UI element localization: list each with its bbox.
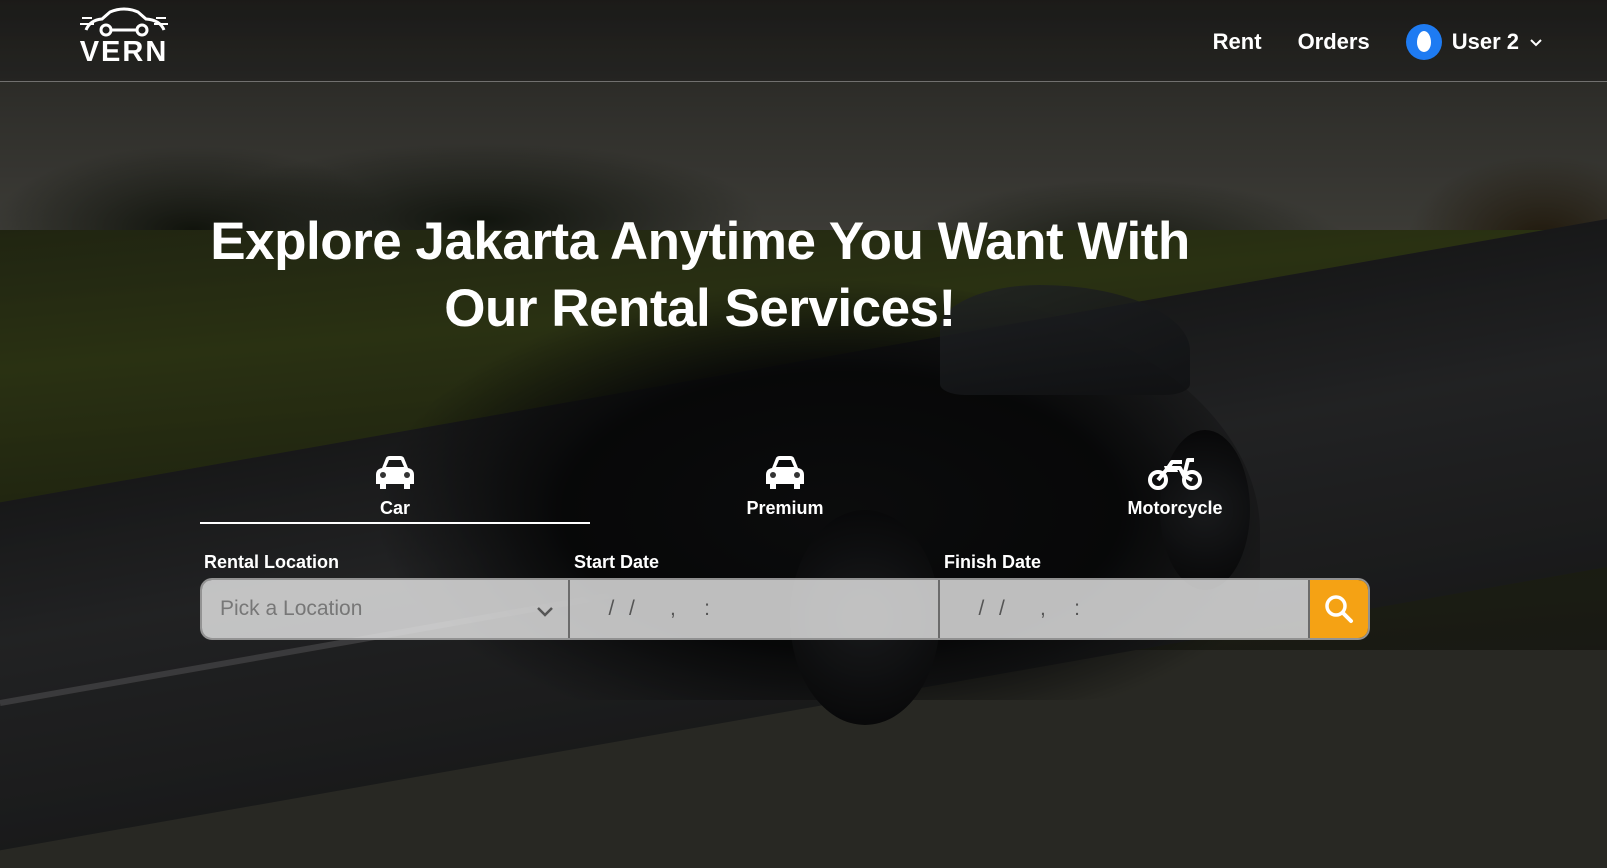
vern-logo[interactable]: VERN <box>74 6 174 72</box>
droplet-icon <box>1405 24 1442 60</box>
tab-motorcycle-label: Motorcycle <box>1127 498 1223 518</box>
finish-date-input[interactable]: / / , : <box>940 580 1310 638</box>
user-name: User 2 <box>1451 29 1519 54</box>
car-icon <box>376 456 414 489</box>
start-date-input[interactable]: / / , : <box>570 580 940 638</box>
hero-background <box>0 0 1607 868</box>
nav-orders-link[interactable]: Orders <box>1298 29 1370 55</box>
nav-rent-link[interactable]: Rent <box>1213 29 1262 55</box>
tab-premium[interactable]: Premium <box>590 450 980 524</box>
chevron-down-icon <box>537 607 553 617</box>
logo-text: VERN <box>79 36 169 68</box>
rental-search-form: Pick a Location / / , : / / , : <box>200 578 1370 640</box>
finish-date-mask: / / , : <box>958 597 1102 620</box>
search-icon <box>1325 595 1353 623</box>
start-date-mask: / / , : <box>588 597 732 620</box>
car-icon <box>766 456 804 489</box>
rental-location-label: Rental Location <box>204 552 340 572</box>
search-button[interactable] <box>1310 580 1368 638</box>
motorcycle-icon <box>1148 458 1202 490</box>
tab-motorcycle[interactable]: Motorcycle <box>980 450 1370 524</box>
tab-car[interactable]: Car <box>200 450 590 524</box>
start-date-label: Start Date <box>574 552 660 572</box>
background-overlay <box>0 0 1607 868</box>
search-labels: Rental Location Start Date Finish Date <box>200 552 1370 573</box>
nav-menu: Rent Orders User 2 <box>1213 22 1607 62</box>
tab-premium-label: Premium <box>746 498 824 518</box>
top-navbar: VERN Rent Orders User 2 <box>0 0 1607 82</box>
location-placeholder: Pick a Location <box>220 597 363 620</box>
tab-car-label: Car <box>379 498 410 518</box>
finish-date-label: Finish Date <box>944 552 1042 572</box>
hero-title: Explore Jakarta Anytime You Want With Ou… <box>200 208 1200 342</box>
chevron-down-icon <box>1530 39 1542 47</box>
user-menu[interactable]: User 2 <box>1405 24 1545 60</box>
vehicle-type-tabs: Car Premium Motorcycle <box>200 450 1370 524</box>
location-select[interactable]: Pick a Location <box>202 580 570 638</box>
car-logo-icon <box>80 7 168 37</box>
hero-title-line2: Our Rental Services! <box>444 279 956 338</box>
hero-title-line1: Explore Jakarta Anytime You Want With <box>210 212 1190 271</box>
